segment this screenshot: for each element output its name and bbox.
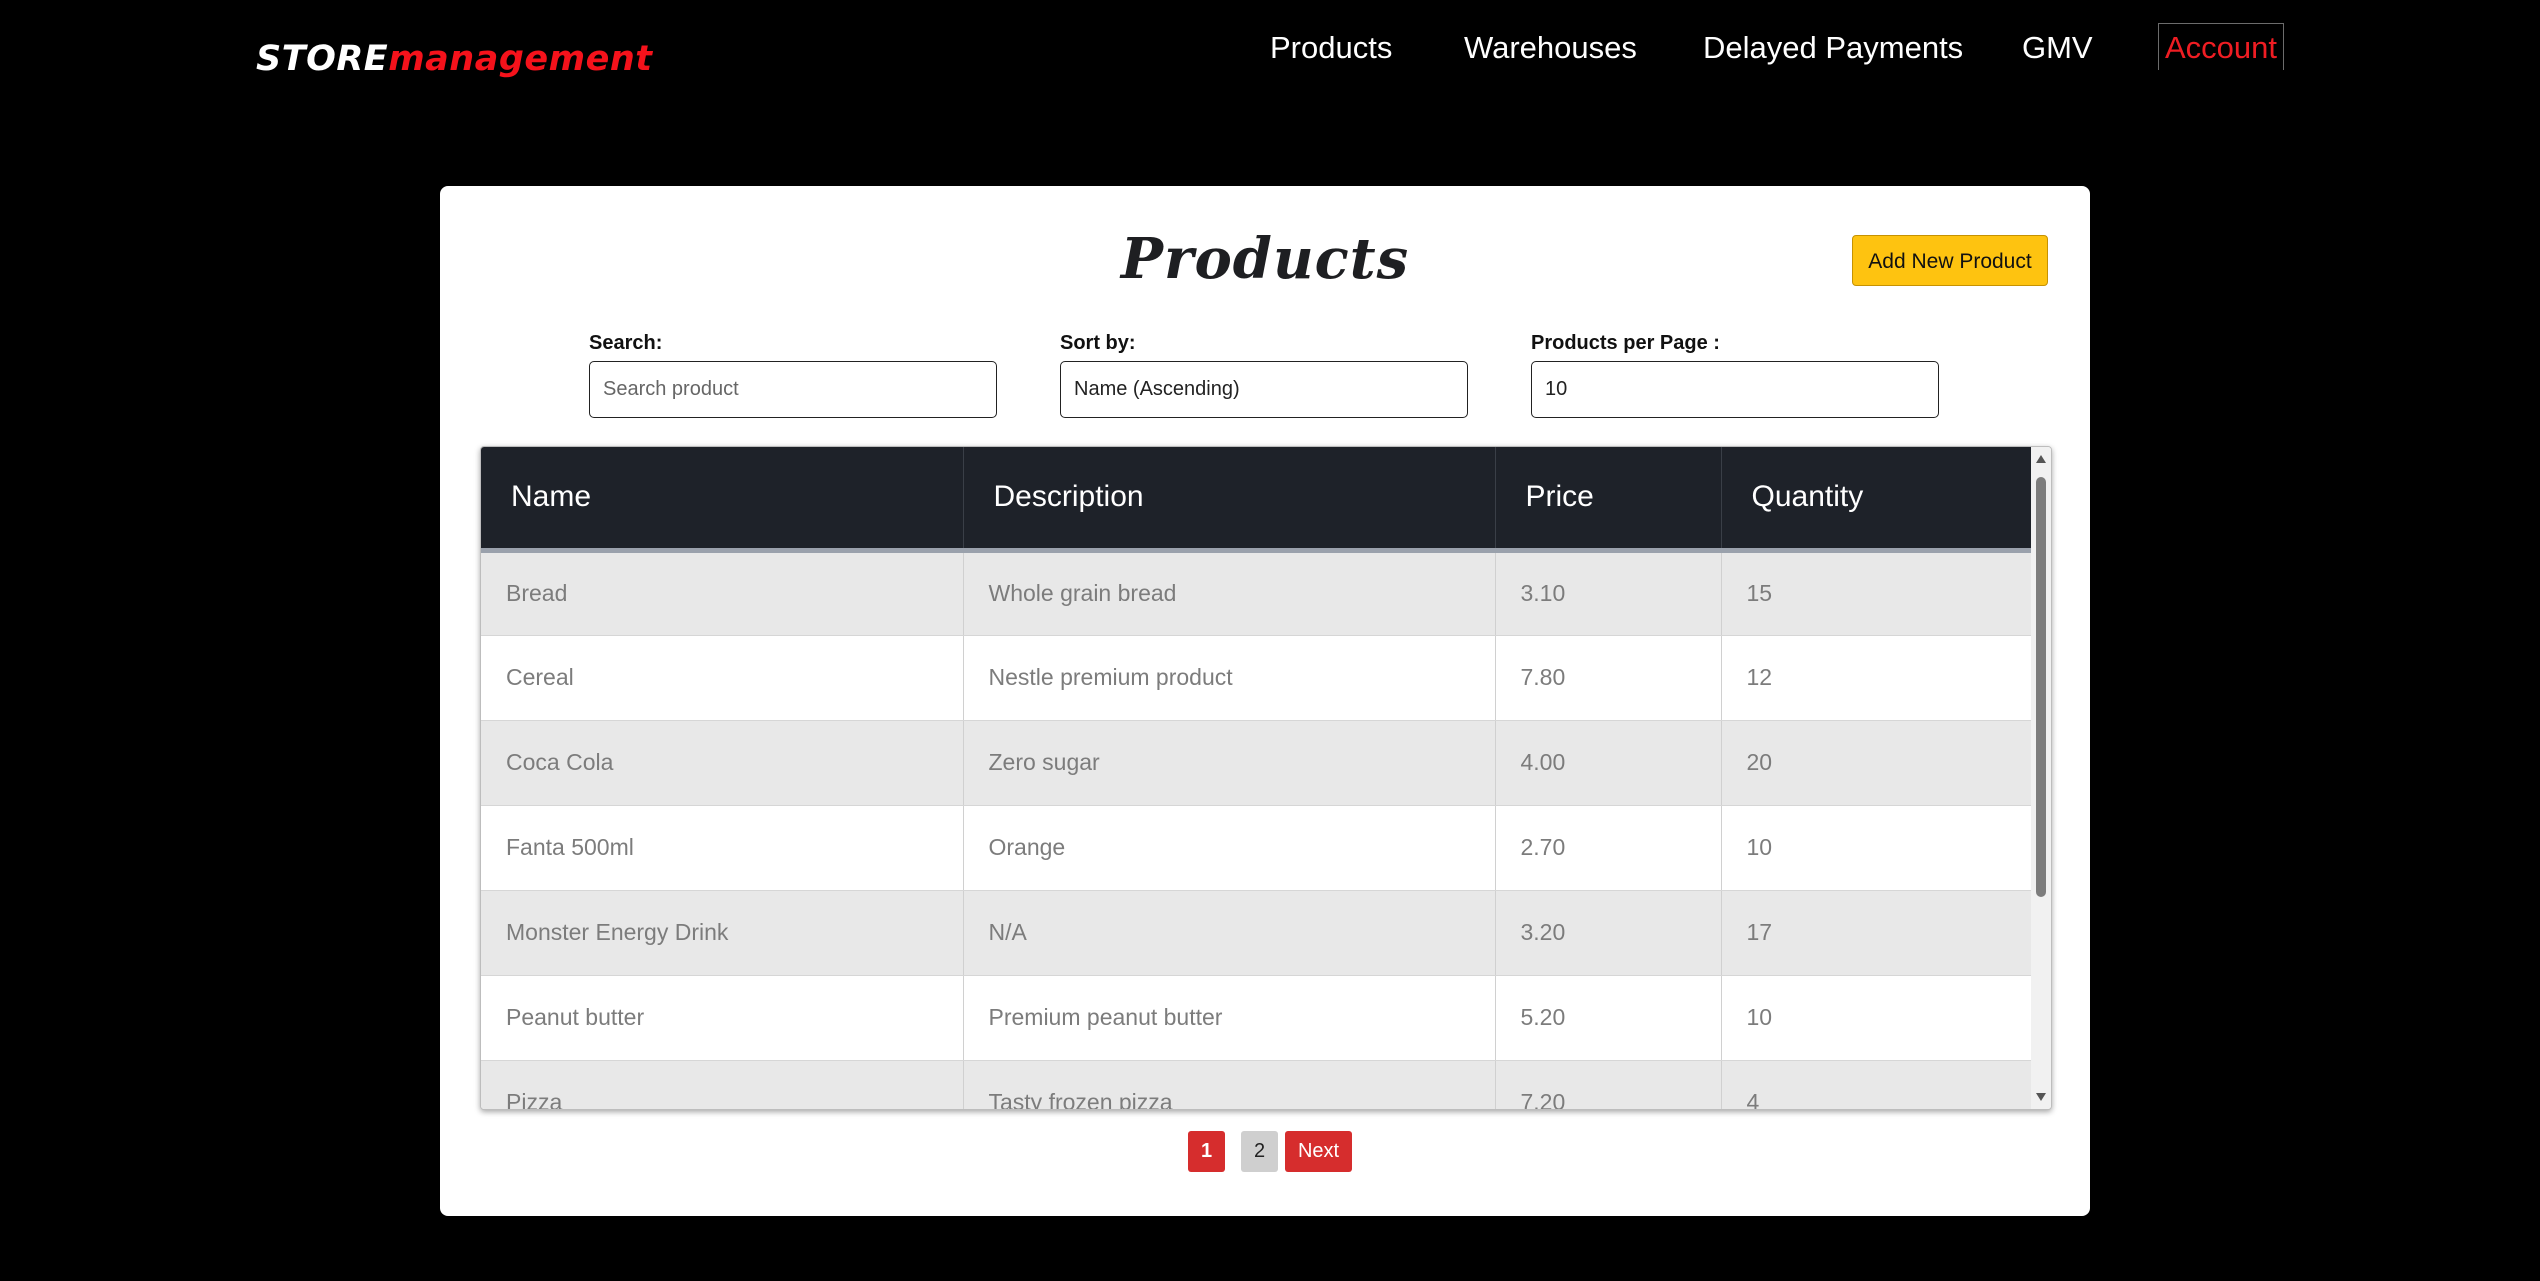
brand-store: STORE	[256, 39, 389, 79]
table-scrollbar[interactable]	[2031, 447, 2051, 1109]
cell-quantity: 12	[1721, 635, 2032, 721]
nav-delayed-payments[interactable]: Delayed Payments	[1703, 24, 1963, 72]
cell-price: 3.20	[1495, 890, 1722, 976]
nav-products[interactable]: Products	[1270, 24, 1392, 72]
table-header-row: Name Description Price Quantity	[481, 447, 2032, 553]
sort-label: Sort by:	[1060, 332, 1136, 354]
table-row[interactable]: Fanta 500ml Orange 2.70 10	[481, 805, 2032, 891]
cell-price: 4.00	[1495, 720, 1722, 806]
scroll-down-arrow-icon[interactable]	[2036, 1093, 2046, 1101]
page-title: Products	[1120, 226, 1410, 292]
search-label: Search:	[589, 332, 663, 354]
page-2-button[interactable]: 2	[1241, 1131, 1278, 1172]
cell-name: Pizza	[481, 1060, 964, 1109]
cell-quantity: 17	[1721, 890, 2032, 976]
table-row[interactable]: Pizza Tasty frozen pizza 7.20 4	[481, 1060, 2032, 1109]
cell-description: Tasty frozen pizza	[963, 1060, 1496, 1109]
products-table-container[interactable]: Name Description Price Quantity Bread Wh…	[480, 446, 2052, 1110]
cell-description: Zero sugar	[963, 720, 1496, 806]
cell-quantity: 15	[1721, 550, 2032, 636]
cell-price: 3.10	[1495, 550, 1722, 636]
column-header-price[interactable]: Price	[1495, 447, 1722, 553]
cell-quantity: 10	[1721, 975, 2032, 1061]
cell-quantity: 10	[1721, 805, 2032, 891]
table-row[interactable]: Cereal Nestle premium product 7.80 12	[481, 635, 2032, 721]
table-row[interactable]: Monster Energy Drink N/A 3.20 17	[481, 890, 2032, 976]
cell-quantity: 20	[1721, 720, 2032, 806]
table-row[interactable]: Bread Whole grain bread 3.10 15	[481, 550, 2032, 636]
brand-management: management	[388, 39, 653, 79]
page-1-button[interactable]: 1	[1188, 1131, 1225, 1172]
cell-description: Orange	[963, 805, 1496, 891]
scroll-up-arrow-icon[interactable]	[2036, 455, 2046, 463]
cell-price: 2.70	[1495, 805, 1722, 891]
nav-gmv[interactable]: GMV	[2022, 24, 2093, 72]
cell-price: 7.80	[1495, 635, 1722, 721]
table-row[interactable]: Peanut butter Premium peanut butter 5.20…	[481, 975, 2032, 1061]
search-input[interactable]: Search product	[589, 361, 997, 418]
products-table: Name Description Price Quantity Bread Wh…	[481, 447, 2032, 1109]
cell-name: Cereal	[481, 635, 964, 721]
next-page-button[interactable]: Next	[1285, 1131, 1352, 1172]
cell-name: Bread	[481, 550, 964, 636]
per-page-label: Products per Page :	[1531, 332, 1720, 354]
nav-warehouses[interactable]: Warehouses	[1464, 24, 1637, 72]
sort-select[interactable]: Name (Ascending)	[1060, 361, 1468, 418]
cell-description: Nestle premium product	[963, 635, 1496, 721]
table-row[interactable]: Coca Cola Zero sugar 4.00 20	[481, 720, 2032, 806]
pagination: 1 2 Next	[440, 1131, 2090, 1172]
cell-description: Whole grain bread	[963, 550, 1496, 636]
column-header-description[interactable]: Description	[963, 447, 1496, 553]
scrollbar-thumb[interactable]	[2036, 477, 2046, 897]
cell-price: 5.20	[1495, 975, 1722, 1061]
column-header-name[interactable]: Name	[481, 447, 964, 553]
cell-description: N/A	[963, 890, 1496, 976]
search-field-group: Search: Search product	[589, 331, 997, 418]
cell-quantity: 4	[1721, 1060, 2032, 1109]
add-new-product-button[interactable]: Add New Product	[1852, 235, 2048, 286]
per-page-field-group: Products per Page : 10	[1531, 331, 1939, 418]
cell-name: Fanta 500ml	[481, 805, 964, 891]
cell-name: Monster Energy Drink	[481, 890, 964, 976]
nav-account[interactable]: Account	[2158, 23, 2285, 70]
cell-name: Peanut butter	[481, 975, 964, 1061]
per-page-input[interactable]: 10	[1531, 361, 1939, 418]
cell-price: 7.20	[1495, 1060, 1722, 1109]
brand-logo[interactable]: STOREmanagement	[256, 38, 652, 80]
cell-description: Premium peanut butter	[963, 975, 1496, 1061]
sort-field-group: Sort by: Name (Ascending)	[1060, 331, 1468, 418]
cell-name: Coca Cola	[481, 720, 964, 806]
products-card: Products Add New Product Search: Search …	[440, 186, 2090, 1216]
column-header-quantity[interactable]: Quantity	[1721, 447, 2032, 553]
